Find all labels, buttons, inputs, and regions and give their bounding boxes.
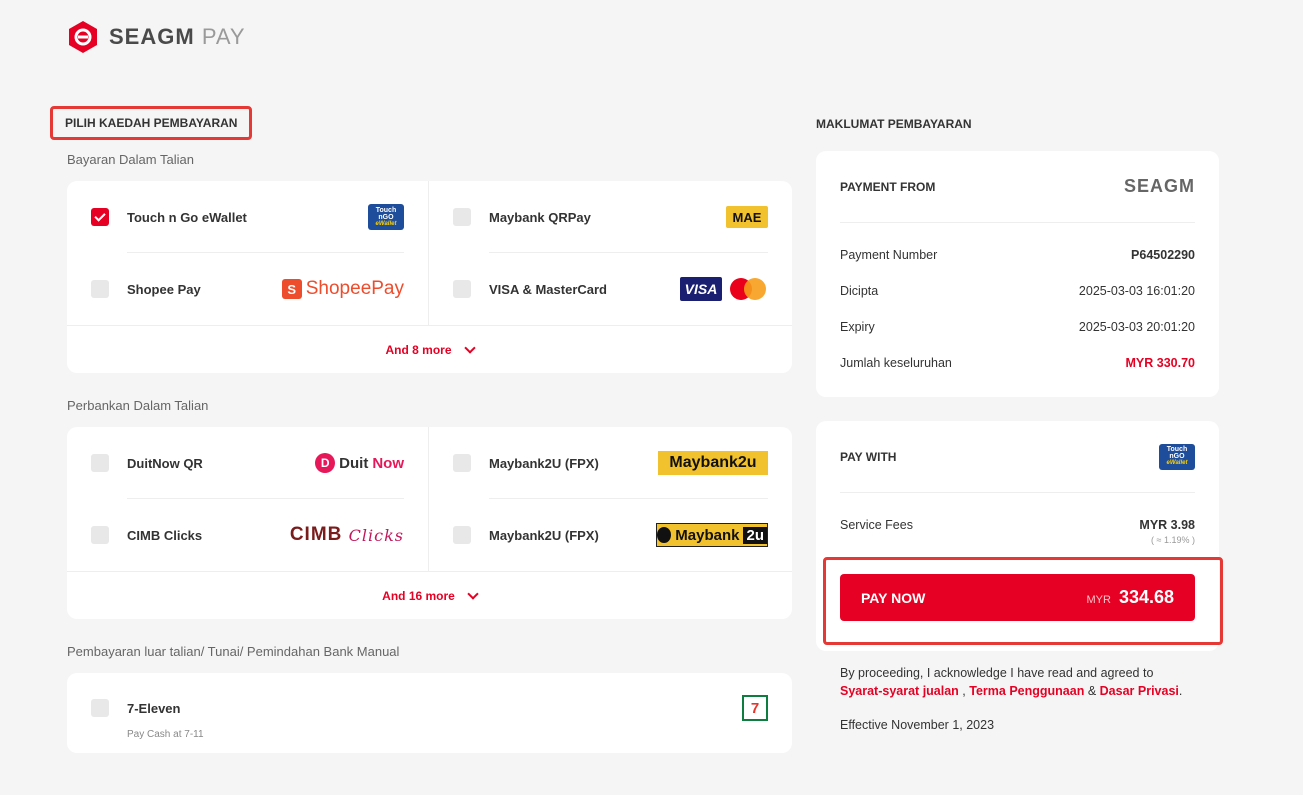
service-fees-note: ( ≈ 1.19% ): [1151, 535, 1195, 545]
terms-of-use-link[interactable]: Terma Penggunaan: [969, 684, 1084, 698]
cimb-clicks-logo: CIMB Clicks: [289, 524, 404, 545]
method-name: Maybank2U (FPX): [489, 455, 599, 471]
total-row: Jumlah keseluruhan MYR 330.70: [840, 356, 1195, 370]
method-visa-mastercard[interactable]: VISA & MasterCard VISA: [429, 253, 792, 325]
offline-payment-card: 7-Eleven 7 Pay Cash at 7-11: [67, 673, 792, 753]
method-cimb-clicks[interactable]: CIMB Clicks CIMB Clicks: [67, 499, 429, 571]
seagm-pay-logo[interactable]: SEAGM PAY: [67, 20, 246, 54]
method-7-eleven[interactable]: 7-Eleven 7: [91, 695, 768, 721]
method-name: Touch n Go eWallet: [127, 209, 247, 225]
visa-mastercard-logo: VISA: [680, 277, 768, 301]
payment-details-card: PAYMENT FROM SEAGM Payment Number P645022…: [816, 151, 1219, 397]
checkbox-icon[interactable]: [91, 280, 109, 298]
section-title-payment-method: PILIH KAEDAH PEMBAYARAN: [50, 106, 253, 140]
checkbox-icon[interactable]: [91, 526, 109, 544]
method-name: DuitNow QR: [127, 455, 203, 471]
method-maybank-qrpay[interactable]: Maybank QRPay MAE: [429, 181, 792, 253]
method-name: Maybank2U (FPX): [489, 527, 599, 543]
checkbox-icon[interactable]: [453, 454, 471, 472]
method-name: VISA & MasterCard: [489, 281, 607, 297]
payment-from-label: PAYMENT FROM: [840, 179, 936, 194]
method-name: 7-Eleven: [127, 700, 181, 716]
method-name: Shopee Pay: [127, 281, 201, 297]
created-row: Dicipta 2025-03-03 16:01:20: [840, 284, 1195, 298]
method-maybank2u-fpx[interactable]: Maybank2U (FPX) Maybank2u: [429, 427, 792, 499]
terms-of-sale-link[interactable]: Syarat-syarat jualan: [840, 684, 959, 698]
pay-now-label: PAY NOW: [861, 589, 926, 606]
pay-amount: MYR 334.68: [1086, 587, 1174, 607]
method-subtext: Pay Cash at 7-11: [127, 729, 204, 740]
brand-wordmark: SEAGM PAY: [109, 24, 246, 50]
checkbox-icon[interactable]: [91, 699, 109, 717]
online-banking-card: DuitNow QR D Duit Now Maybank2U (FPX) Mayb…: [67, 427, 792, 619]
method-touch-n-go[interactable]: Touch n Go eWallet Touch nGO eWallet: [67, 181, 429, 253]
brand-suffix: PAY: [201, 24, 246, 49]
checkbox-icon[interactable]: [453, 208, 471, 226]
pay-now-button[interactable]: PAY NOW MYR 334.68: [840, 574, 1195, 621]
checkbox-icon[interactable]: [453, 280, 471, 298]
expiry-row: Expiry 2025-03-03 20:01:20: [840, 320, 1195, 334]
brand-name: SEAGM: [109, 24, 195, 49]
group-label-online-payment: Bayaran Dalam Talian: [67, 152, 194, 167]
method-duitnow-qr[interactable]: DuitNow QR D Duit Now: [67, 427, 429, 499]
seagm-hexagon-icon: [69, 21, 97, 53]
duitnow-logo: D Duit Now: [315, 453, 404, 473]
chevron-down-icon: [463, 341, 476, 354]
maybank2u-logo: Maybank2u: [658, 451, 768, 475]
mastercard-icon: [728, 277, 768, 301]
tng-ewallet-logo: Touch nGO eWallet: [1159, 443, 1195, 470]
group-label-offline-payment: Pembayaran luar talian/ Tunai/ Pemindaha…: [67, 644, 400, 659]
group-label-online-banking: Perbankan Dalam Talian: [67, 398, 209, 413]
tng-ewallet-logo: Touch nGO eWallet: [368, 204, 404, 230]
payment-number-row: Payment Number P64502290: [840, 248, 1195, 262]
online-payment-card: Touch n Go eWallet Touch nGO eWallet Mayba…: [67, 181, 792, 373]
checkbox-checked-icon[interactable]: [91, 208, 109, 226]
method-name: CIMB Clicks: [127, 527, 203, 543]
seagm-logo: SEAGM: [1123, 176, 1195, 196]
method-maybank2u-fpx-2[interactable]: Maybank2U (FPX) Maybank 2u: [429, 499, 792, 571]
maybank2u-tiger-logo: Maybank 2u: [656, 523, 768, 547]
checkbox-icon[interactable]: [91, 454, 109, 472]
shopeepay-logo: S ShopeePay: [281, 278, 404, 300]
show-more-banking-button[interactable]: And 16 more: [67, 571, 792, 619]
terms-text: By proceeding, I acknowledge I have read…: [840, 666, 1183, 698]
checkbox-icon[interactable]: [453, 526, 471, 544]
effective-date: Effective November 1, 2023: [840, 718, 995, 732]
show-more-label: And 16 more: [382, 588, 455, 603]
show-more-online-button[interactable]: And 8 more: [67, 325, 792, 373]
section-title-payment-info: MAKLUMAT PEMBAYARAN: [816, 117, 972, 131]
method-shopee-pay[interactable]: Shopee Pay S ShopeePay: [67, 253, 429, 325]
method-name: Maybank QRPay: [489, 209, 591, 225]
tiger-icon: [657, 527, 672, 543]
chevron-down-icon: [467, 587, 479, 600]
show-more-label: And 8 more: [385, 342, 452, 357]
pay-with-label: PAY WITH: [840, 449, 897, 464]
7eleven-logo: 7: [742, 695, 768, 721]
privacy-policy-link[interactable]: Dasar Privasi: [1100, 684, 1179, 698]
mae-logo: MAE: [726, 206, 768, 228]
